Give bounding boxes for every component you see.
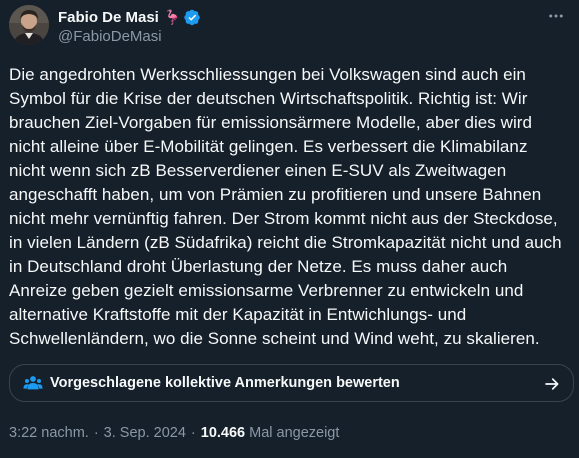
author-name-row[interactable]: Fabio De Masi 🦩 [58,7,201,27]
arrow-right-icon [545,378,559,390]
tweet-text: Die angedrohten Werksschliessungen bei V… [9,65,562,348]
avatar-image [9,5,49,45]
community-notes-label: Vorgeschlagene kollektive Anmerkungen be… [50,375,400,391]
tweet-time[interactable]: 3:22 nachm. [9,425,89,441]
tweet: Fabio De Masi 🦩 @FabioDeMasi Die angedro… [0,0,579,458]
verified-badge-icon[interactable] [184,9,201,26]
people-icon [23,376,43,390]
display-name[interactable]: Fabio De Masi [58,9,159,26]
meta-separator: · [93,425,99,441]
community-notes-button[interactable]: Vorgeschlagene kollektive Anmerkungen be… [9,364,574,402]
more-horizontal-icon [549,14,563,18]
avatar[interactable] [9,5,49,45]
more-button[interactable] [545,6,567,26]
meta-separator-2: · [190,425,196,441]
views-label: Mal angezeigt [249,425,340,441]
views-count: 10.466 [200,425,246,441]
tweet-date[interactable]: 3. Sep. 2024 [104,425,186,441]
flamingo-emoji: 🦩 [163,9,182,25]
tweet-meta: 3:22 nachm. · 3. Sep. 2024 · 10.466 Mal … [9,425,339,441]
author-handle[interactable]: @FabioDeMasi [58,28,162,45]
